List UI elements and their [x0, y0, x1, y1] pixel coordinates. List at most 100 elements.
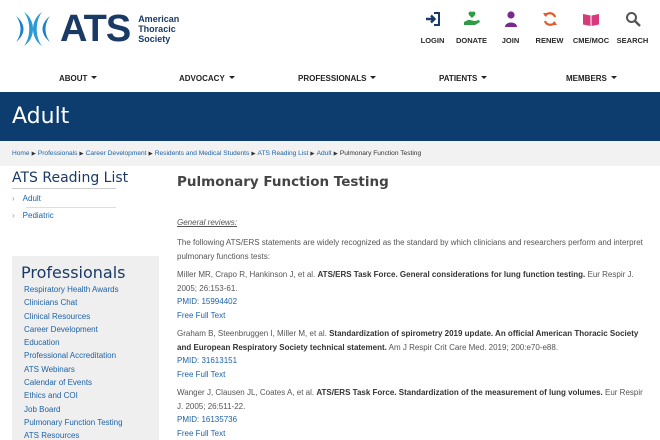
breadcrumb-adult[interactable]: Adult: [317, 150, 332, 157]
professionals-link[interactable]: ATS Webinars: [24, 364, 123, 377]
breadcrumb-bar: Home ▶ Professionals ▶ Career Development ▶ Re…: [0, 141, 660, 166]
chevron-right-icon: ›: [12, 194, 15, 203]
nav-advocacy[interactable]: ADVOCACY: [179, 74, 235, 83]
nav-patients[interactable]: PATIENTS: [439, 74, 488, 83]
join-button[interactable]: JOIN: [491, 8, 530, 45]
logo-line: Thoracic: [138, 24, 176, 34]
search-button[interactable]: SEARCH: [613, 8, 652, 45]
caret-down-icon: [228, 76, 235, 80]
site-header: ATS American Thoracic Society LOGIN DONA…: [0, 0, 660, 66]
nav-members-label: MEMBERS: [566, 74, 607, 83]
page-banner: Adult: [0, 92, 660, 141]
breadcrumb-separator-icon: ▶: [310, 151, 315, 157]
logo-society-name: American Thoracic Society: [138, 14, 179, 44]
main-nav: ABOUT ADVOCACY PROFESSIONALS PATIENTS ME…: [0, 66, 660, 92]
nav-advocacy-label: ADVOCACY: [179, 74, 225, 83]
book-icon: [569, 8, 613, 30]
divider: [12, 188, 116, 189]
caret-down-icon: [610, 76, 617, 80]
general-reviews-text: General reviews:: [177, 218, 238, 227]
reference-authors: Miller MR, Crapo R, Hankinson J, et al.: [177, 270, 316, 279]
nav-patients-label: PATIENTS: [439, 74, 478, 83]
professionals-link[interactable]: Professional Accreditation: [24, 350, 123, 363]
logo-line: American: [138, 14, 180, 24]
logo-wordmark: ATS: [60, 8, 131, 50]
professionals-link[interactable]: Job Board: [24, 404, 123, 417]
professionals-title: Professionals: [21, 263, 126, 282]
professionals-link[interactable]: Clinicians Chat: [24, 297, 123, 310]
nav-professionals-label: PROFESSIONALS: [298, 74, 367, 83]
sidebar-title: ATS Reading List: [12, 170, 129, 186]
ats-logo[interactable]: ATS American Thoracic Society: [12, 10, 179, 48]
breadcrumb-career-development[interactable]: Career Development: [86, 150, 147, 157]
professionals-link[interactable]: Calendar of Events: [24, 377, 123, 390]
breadcrumb-current: Pulmonary Function Testing: [339, 150, 422, 157]
login-label: LOGIN: [420, 36, 445, 45]
breadcrumb-reading-list[interactable]: ATS Reading List: [258, 150, 309, 157]
cme-moc-label: CME/MOC: [572, 36, 610, 45]
caret-down-icon: [370, 76, 377, 80]
professionals-link[interactable]: Career Development: [24, 324, 123, 337]
free-full-text-link[interactable]: Free Full Text: [177, 309, 647, 323]
breadcrumb-residents[interactable]: Residents and Medical Students: [155, 150, 250, 157]
sidebar-item-label: Adult: [22, 194, 41, 203]
renew-button[interactable]: RENEW: [530, 8, 569, 45]
search-label: SEARCH: [616, 36, 649, 45]
professionals-link[interactable]: Pulmonary Function Testing: [24, 417, 123, 430]
nav-about[interactable]: ABOUT: [59, 74, 98, 83]
professionals-link[interactable]: ATS Resources: [24, 430, 123, 440]
divider: [26, 207, 116, 208]
nav-professionals[interactable]: PROFESSIONALS: [298, 74, 377, 83]
general-reviews-heading: General reviews:: [177, 216, 647, 230]
professionals-panel: Professionals Respiratory Health Awards …: [12, 256, 159, 440]
free-full-text-link[interactable]: Free Full Text: [177, 368, 647, 382]
breadcrumb: Home ▶ Professionals ▶ Career Development ▶ Re…: [12, 150, 421, 157]
search-icon: [613, 8, 652, 30]
professionals-link[interactable]: Clinical Resources: [24, 311, 123, 324]
donate-hand-icon: [452, 8, 491, 30]
breadcrumb-separator-icon: ▶: [333, 151, 338, 157]
caret-down-icon: [481, 76, 488, 80]
article-title: Pulmonary Function Testing: [177, 174, 389, 190]
free-full-text-link[interactable]: Free Full Text: [177, 427, 647, 440]
cme-moc-button[interactable]: CME/MOC: [569, 8, 613, 45]
logo-line: Society: [138, 34, 171, 44]
sidebar-list: › Adult › Pediatric: [12, 193, 54, 227]
pmid-link[interactable]: PMID: 31613151: [177, 354, 647, 368]
reference-authors: Graham B, Steenbruggen I, Miller M, et a…: [177, 329, 327, 338]
nav-members[interactable]: MEMBERS: [566, 74, 617, 83]
nav-about-label: ABOUT: [59, 74, 88, 83]
caret-down-icon: [91, 76, 98, 80]
join-label: JOIN: [501, 36, 520, 45]
breadcrumb-separator-icon: ▶: [79, 151, 84, 157]
reference-item: Wanger J, Clausen JL, Coates A, et al. A…: [177, 386, 647, 440]
page-title: Adult: [12, 104, 70, 129]
professionals-list: Respiratory Health Awards Clinicians Cha…: [24, 284, 123, 440]
renew-arrows-icon: [530, 8, 569, 30]
sidebar-item-label: Pediatric: [22, 211, 54, 220]
login-button[interactable]: LOGIN: [413, 8, 452, 45]
reference-title: ATS/ERS Task Force. Standardization of t…: [316, 388, 603, 397]
breadcrumb-separator-icon: ▶: [148, 151, 153, 157]
reference-authors: Wanger J, Clausen JL, Coates A, et al.: [177, 388, 315, 397]
intro-paragraph: The following ATS/ERS statements are wid…: [177, 238, 643, 261]
pmid-link[interactable]: PMID: 15994402: [177, 295, 647, 309]
sidebar-item-pediatric[interactable]: › Pediatric: [12, 210, 54, 227]
reference-item: Graham B, Steenbruggen I, Miller M, et a…: [177, 327, 647, 381]
breadcrumb-professionals[interactable]: Professionals: [38, 150, 78, 157]
reference-source: Am J Respir Crit Care Med. 2019; 200:e70…: [388, 342, 559, 352]
donate-label: DONATE: [455, 36, 488, 45]
professionals-link[interactable]: Respiratory Health Awards: [24, 284, 123, 297]
donate-button[interactable]: DONATE: [452, 8, 491, 45]
breadcrumb-home[interactable]: Home: [12, 150, 30, 157]
pmid-link[interactable]: PMID: 16135736: [177, 413, 647, 427]
professionals-link[interactable]: Education: [24, 337, 123, 350]
ats-logo-mark-icon: [16, 12, 50, 46]
breadcrumb-separator-icon: ▶: [31, 151, 36, 157]
professionals-link[interactable]: Ethics and COI: [24, 390, 123, 403]
chevron-right-icon: ›: [12, 211, 15, 220]
breadcrumb-separator-icon: ▶: [251, 151, 256, 157]
renew-label: RENEW: [535, 36, 564, 45]
reference-item: Miller MR, Crapo R, Hankinson J, et al. …: [177, 268, 647, 322]
utility-nav: LOGIN DONATE JOIN RENEW CME/MOC SEARCH: [413, 8, 652, 45]
